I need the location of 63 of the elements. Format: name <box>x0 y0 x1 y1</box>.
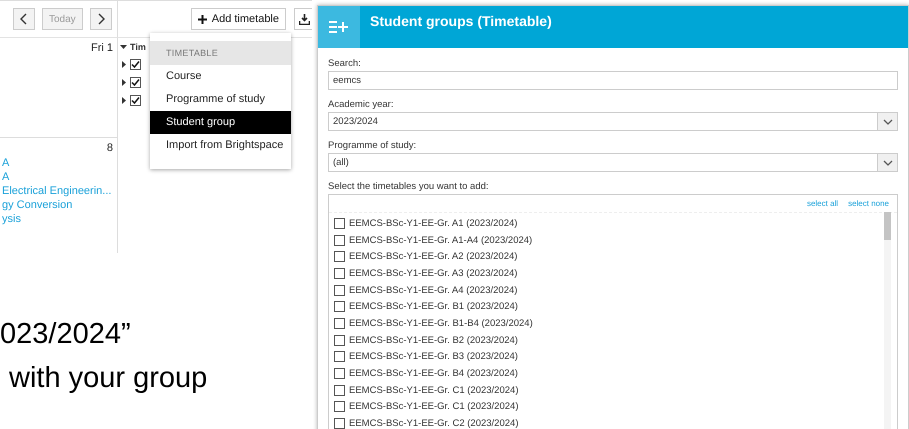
list-add-icon <box>329 20 349 34</box>
checkbox[interactable] <box>130 76 141 88</box>
timetable-option[interactable]: EEMCS-BSc-Y1-EE-Gr. C2 (2023/2024) <box>349 418 518 429</box>
menu-item[interactable]: Course <box>150 65 291 88</box>
checkbox[interactable] <box>334 318 345 329</box>
search-field[interactable]: eemcs <box>328 71 898 90</box>
checkbox[interactable] <box>334 284 345 296</box>
timetable-option[interactable]: EEMCS-BSc-Y1-EE-Gr. B2 (2023/2024) <box>349 334 518 346</box>
slide-text: with your group <box>9 361 208 396</box>
field-label: Academic year: <box>328 99 394 110</box>
caret-right-icon <box>122 78 126 86</box>
caret-right-icon <box>122 96 126 104</box>
checkbox[interactable] <box>334 368 345 380</box>
plus-icon <box>198 14 207 24</box>
timetable-option[interactable]: EEMCS-BSc-Y1-EE-Gr. A3 (2023/2024) <box>349 268 518 279</box>
add-timetable-button[interactable]: Add timetable <box>190 8 286 30</box>
checkbox[interactable] <box>334 251 345 262</box>
checkbox[interactable] <box>334 401 345 412</box>
academic-year-select[interactable]: 2023/2024 <box>328 112 898 131</box>
slide-text: 023/2024” <box>0 317 132 352</box>
field-label: Search: <box>328 58 362 69</box>
checkbox[interactable] <box>334 334 345 346</box>
timetable-option[interactable]: EEMCS-BSc-Y1-EE-Gr. A1-A4 (2023/2024) <box>349 234 532 246</box>
caret-down-icon <box>120 45 127 49</box>
programme-select[interactable]: (all) <box>328 153 898 172</box>
timetable-option[interactable]: EEMCS-BSc-Y1-EE-Gr. A1 (2023/2024) <box>349 218 518 229</box>
caret-right-icon <box>122 60 126 68</box>
field-label: Programme of study: <box>328 140 418 151</box>
menu-item[interactable]: Student group <box>150 111 291 134</box>
timetable-option[interactable]: EEMCS-BSc-Y1-EE-Gr. B1-B4 (2023/2024) <box>349 318 533 329</box>
checkbox[interactable] <box>334 268 345 279</box>
timetable-option[interactable]: EEMCS-BSc-Y1-EE-Gr. A4 (2023/2024) <box>349 284 518 296</box>
day-label: Fri 1 <box>91 42 113 54</box>
next-button[interactable] <box>90 8 112 30</box>
timetable-option[interactable]: EEMCS-BSc-Y1-EE-Gr. B3 (2023/2024) <box>349 351 518 362</box>
previous-button[interactable] <box>13 8 35 30</box>
checkbox[interactable] <box>334 351 345 362</box>
download-icon <box>299 14 310 24</box>
checkbox[interactable] <box>130 58 141 70</box>
tree-header: Tim <box>130 42 146 52</box>
day-label: 8 <box>106 142 113 154</box>
checkbox[interactable] <box>334 384 345 396</box>
menu-item[interactable]: Import from Brightspace <box>150 134 291 157</box>
timetable-option[interactable]: EEMCS-BSc-Y1-EE-Gr. C1 (2023/2024) <box>349 401 518 412</box>
timetable-option[interactable]: EEMCS-BSc-Y1-EE-Gr. B4 (2023/2024) <box>349 368 518 380</box>
chevron-down-icon <box>882 118 892 124</box>
checkbox[interactable] <box>334 301 345 312</box>
download-button[interactable] <box>294 8 312 30</box>
checkbox[interactable] <box>130 94 141 106</box>
dialog-title: Student groups (Timetable) <box>369 12 552 31</box>
chevron-right-icon <box>96 13 105 25</box>
scrollbar[interactable] <box>884 212 891 429</box>
timetable-option[interactable]: EEMCS-BSc-Y1-EE-Gr. A2 (2023/2024) <box>349 251 518 262</box>
menu-item[interactable]: Programme of study <box>150 88 291 111</box>
field-label: Select the timetables you want to add: <box>328 181 490 192</box>
timetable-option[interactable]: EEMCS-BSc-Y1-EE-Gr. B1 (2023/2024) <box>349 301 518 312</box>
checkbox[interactable] <box>334 418 345 429</box>
checkbox[interactable] <box>334 218 345 229</box>
chevron-down-icon <box>882 160 892 166</box>
chevron-left-icon <box>20 13 28 25</box>
timetable-option[interactable]: EEMCS-BSc-Y1-EE-Gr. C1 (2023/2024) <box>349 384 518 396</box>
menu-header: TIMETABLE <box>150 41 291 65</box>
checkbox[interactable] <box>334 234 345 246</box>
